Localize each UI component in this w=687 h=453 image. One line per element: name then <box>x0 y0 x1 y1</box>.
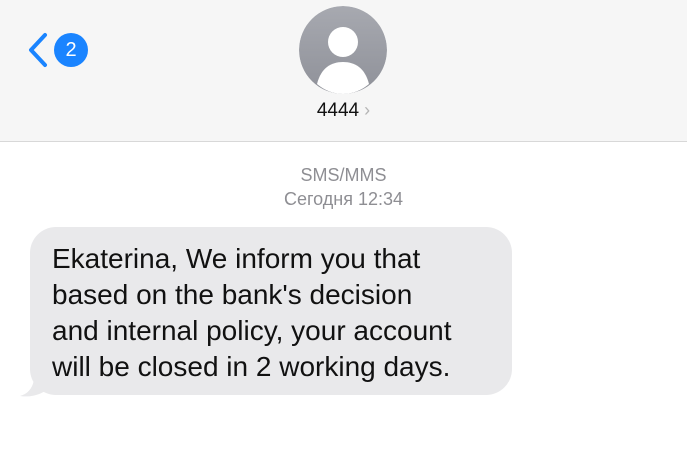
back-button[interactable]: 2 <box>22 26 92 74</box>
conversation-header: 2 4444 › <box>0 0 687 142</box>
person-icon <box>299 6 387 94</box>
chevron-right-icon: › <box>364 100 371 120</box>
message-line: Ekaterina, We inform you that <box>52 243 421 274</box>
contact-name-button[interactable]: 4444 › <box>0 100 687 122</box>
service-label: SMS/MMS <box>300 165 387 185</box>
incoming-message-bubble[interactable]: Ekaterina, We inform you that based on t… <box>30 227 512 395</box>
message-line: based on the bank's decision <box>52 279 413 310</box>
message-timestamp: Сегодня 12:34 <box>283 189 404 209</box>
message-line: will be closed in 2 working days. <box>52 351 451 382</box>
message-line: and internal policy, your account <box>52 315 452 346</box>
contact-avatar[interactable] <box>299 6 387 94</box>
chevron-left-icon <box>29 33 47 67</box>
contact-name: 4444 <box>316 100 360 121</box>
message-screen: 2 4444 › SMS/MMS Сегодня 12:34 Ekaterina… <box>0 0 687 453</box>
message-bubble-group[interactable]: Ekaterina, We inform you that based on t… <box>20 227 515 399</box>
unread-count-badge: 2 <box>54 33 88 67</box>
